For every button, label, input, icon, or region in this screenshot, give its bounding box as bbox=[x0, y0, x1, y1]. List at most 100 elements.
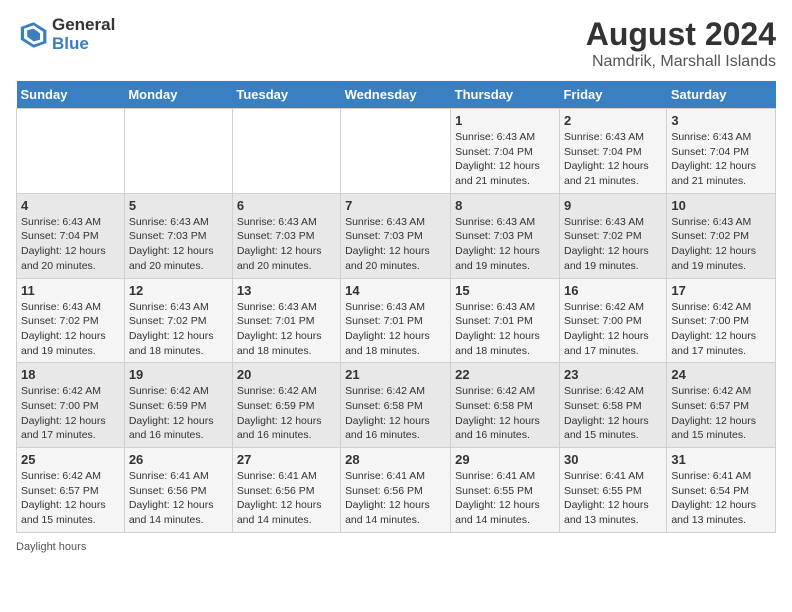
calendar-cell: 6Sunrise: 6:43 AM Sunset: 7:03 PM Daylig… bbox=[232, 193, 340, 278]
day-number: 1 bbox=[455, 113, 555, 128]
day-number: 25 bbox=[21, 452, 120, 467]
day-info: Sunrise: 6:42 AM Sunset: 6:59 PM Dayligh… bbox=[237, 384, 336, 443]
calendar-week-row: 25 Sunrise: 6:42 AM Sunset: 6:57 PM Dayli… bbox=[17, 448, 776, 533]
day-number: 16 bbox=[564, 283, 662, 298]
calendar-cell: 3Sunrise: 6:43 AM Sunset: 7:04 PM Daylig… bbox=[667, 109, 776, 194]
day-number: 4 bbox=[21, 198, 120, 213]
calendar-week-row: 11 Sunrise: 6:43 AM Sunset: 7:02 PM Dayli… bbox=[17, 278, 776, 363]
main-title: August 2024 bbox=[586, 16, 776, 53]
weekday-header-row: SundayMondayTuesdayWednesdayThursdayFrid… bbox=[17, 81, 776, 109]
weekday-header-cell: Saturday bbox=[667, 81, 776, 109]
subtitle: Namdrik, Marshall Islands bbox=[586, 53, 776, 71]
day-number: 18 bbox=[21, 367, 120, 382]
day-info: Sunrise: 6:43 AM Sunset: 7:03 PM Dayligh… bbox=[345, 215, 446, 274]
day-number: 10 bbox=[671, 198, 771, 213]
page-header: General Blue August 2024 Namdrik, Marsha… bbox=[16, 16, 776, 71]
weekday-header-cell: Thursday bbox=[451, 81, 560, 109]
day-info: Sunrise: 6:43 AM Sunset: 7:02 PM Dayligh… bbox=[129, 300, 228, 359]
logo-text: General Blue bbox=[52, 16, 115, 53]
day-info: Sunrise: 6:42 AM Sunset: 7:00 PM Dayligh… bbox=[21, 384, 120, 443]
calendar-cell: 2Sunrise: 6:43 AM Sunset: 7:04 PM Daylig… bbox=[559, 109, 666, 194]
day-info: Sunrise: 6:43 AM Sunset: 7:01 PM Dayligh… bbox=[237, 300, 336, 359]
day-info: Sunrise: 6:42 AM Sunset: 7:00 PM Dayligh… bbox=[564, 300, 662, 359]
day-number: 31 bbox=[671, 452, 771, 467]
day-info: Sunrise: 6:41 AM Sunset: 6:56 PM Dayligh… bbox=[129, 469, 228, 528]
calendar-cell: 4 Sunrise: 6:43 AM Sunset: 7:04 PM Daylig… bbox=[17, 193, 125, 278]
day-info: Sunrise: 6:43 AM Sunset: 7:03 PM Dayligh… bbox=[129, 215, 228, 274]
day-info: Sunrise: 6:43 AM Sunset: 7:03 PM Dayligh… bbox=[455, 215, 555, 274]
day-info: Sunrise: 6:42 AM Sunset: 6:58 PM Dayligh… bbox=[564, 384, 662, 443]
calendar-cell bbox=[232, 109, 340, 194]
calendar-cell: 13 Sunrise: 6:43 AM Sunset: 7:01 PM Dayli… bbox=[232, 278, 340, 363]
day-info: Sunrise: 6:43 AM Sunset: 7:01 PM Dayligh… bbox=[455, 300, 555, 359]
calendar-cell: 28Sunrise: 6:41 AM Sunset: 6:56 PM Dayli… bbox=[341, 448, 451, 533]
logo-icon bbox=[16, 19, 48, 51]
weekday-header-cell: Wednesday bbox=[341, 81, 451, 109]
calendar-cell: 8 Sunrise: 6:43 AM Sunset: 7:03 PM Daylig… bbox=[451, 193, 560, 278]
day-number: 8 bbox=[455, 198, 555, 213]
calendar-cell: 10 Sunrise: 6:43 AM Sunset: 7:02 PM Dayli… bbox=[667, 193, 776, 278]
footer: Daylight hours bbox=[16, 541, 776, 553]
day-info: Sunrise: 6:42 AM Sunset: 6:58 PM Dayligh… bbox=[345, 384, 446, 443]
calendar-cell: 25 Sunrise: 6:42 AM Sunset: 6:57 PM Dayli… bbox=[17, 448, 125, 533]
calendar-cell bbox=[124, 109, 232, 194]
day-number: 7 bbox=[345, 198, 446, 213]
day-number: 27 bbox=[237, 452, 336, 467]
calendar-cell: 5Sunrise: 6:43 AM Sunset: 7:03 PM Daylig… bbox=[124, 193, 232, 278]
day-number: 19 bbox=[129, 367, 228, 382]
calendar-cell: 15 Sunrise: 6:43 AM Sunset: 7:01 PM Dayli… bbox=[451, 278, 560, 363]
day-info: Sunrise: 6:41 AM Sunset: 6:54 PM Dayligh… bbox=[671, 469, 771, 528]
footer-text: Daylight hours bbox=[16, 541, 86, 553]
calendar-cell: 30 Sunrise: 6:41 AM Sunset: 6:55 PM Dayli… bbox=[559, 448, 666, 533]
day-number: 13 bbox=[237, 283, 336, 298]
day-number: 9 bbox=[564, 198, 662, 213]
day-info: Sunrise: 6:41 AM Sunset: 6:55 PM Dayligh… bbox=[455, 469, 555, 528]
calendar-cell: 22Sunrise: 6:42 AM Sunset: 6:58 PM Dayli… bbox=[451, 363, 560, 448]
calendar-cell: 12Sunrise: 6:43 AM Sunset: 7:02 PM Dayli… bbox=[124, 278, 232, 363]
calendar-week-row: 18 Sunrise: 6:42 AM Sunset: 7:00 PM Dayli… bbox=[17, 363, 776, 448]
calendar-cell: 11Sunrise: 6:43 AM Sunset: 7:02 PM Dayli… bbox=[17, 278, 125, 363]
calendar-cell: 16 Sunrise: 6:42 AM Sunset: 7:00 PM Dayli… bbox=[559, 278, 666, 363]
day-number: 26 bbox=[129, 452, 228, 467]
day-info: Sunrise: 6:42 AM Sunset: 6:57 PM Dayligh… bbox=[21, 469, 120, 528]
calendar-cell bbox=[341, 109, 451, 194]
calendar-cell: 26 Sunrise: 6:41 AM Sunset: 6:56 PM Dayli… bbox=[124, 448, 232, 533]
calendar-cell: 1 Sunrise: 6:43 AM Sunset: 7:04 PM Daylig… bbox=[451, 109, 560, 194]
calendar-table: SundayMondayTuesdayWednesdayThursdayFrid… bbox=[16, 81, 776, 533]
calendar-cell: 9 Sunrise: 6:43 AM Sunset: 7:02 PM Daylig… bbox=[559, 193, 666, 278]
day-number: 23 bbox=[564, 367, 662, 382]
day-info: Sunrise: 6:43 AM Sunset: 7:04 PM Dayligh… bbox=[564, 130, 662, 189]
calendar-cell: 23 Sunrise: 6:42 AM Sunset: 6:58 PM Dayli… bbox=[559, 363, 666, 448]
weekday-header-cell: Monday bbox=[124, 81, 232, 109]
calendar-cell: 7 Sunrise: 6:43 AM Sunset: 7:03 PM Daylig… bbox=[341, 193, 451, 278]
day-number: 30 bbox=[564, 452, 662, 467]
calendar-cell: 29 Sunrise: 6:41 AM Sunset: 6:55 PM Dayli… bbox=[451, 448, 560, 533]
day-info: Sunrise: 6:43 AM Sunset: 7:03 PM Dayligh… bbox=[237, 215, 336, 274]
calendar-cell: 21 Sunrise: 6:42 AM Sunset: 6:58 PM Dayli… bbox=[341, 363, 451, 448]
day-number: 20 bbox=[237, 367, 336, 382]
calendar-cell: 24Sunrise: 6:42 AM Sunset: 6:57 PM Dayli… bbox=[667, 363, 776, 448]
title-block: August 2024 Namdrik, Marshall Islands bbox=[586, 16, 776, 71]
calendar-cell: 14 Sunrise: 6:43 AM Sunset: 7:01 PM Dayli… bbox=[341, 278, 451, 363]
day-number: 21 bbox=[345, 367, 446, 382]
day-info: Sunrise: 6:43 AM Sunset: 7:02 PM Dayligh… bbox=[671, 215, 771, 274]
day-info: Sunrise: 6:41 AM Sunset: 6:56 PM Dayligh… bbox=[237, 469, 336, 528]
day-info: Sunrise: 6:43 AM Sunset: 7:04 PM Dayligh… bbox=[455, 130, 555, 189]
day-info: Sunrise: 6:41 AM Sunset: 6:55 PM Dayligh… bbox=[564, 469, 662, 528]
day-number: 14 bbox=[345, 283, 446, 298]
day-info: Sunrise: 6:41 AM Sunset: 6:56 PM Dayligh… bbox=[345, 469, 446, 528]
day-info: Sunrise: 6:42 AM Sunset: 6:59 PM Dayligh… bbox=[129, 384, 228, 443]
day-number: 11 bbox=[21, 283, 120, 298]
day-number: 15 bbox=[455, 283, 555, 298]
day-info: Sunrise: 6:43 AM Sunset: 7:04 PM Dayligh… bbox=[21, 215, 120, 274]
calendar-cell bbox=[17, 109, 125, 194]
calendar-cell: 20 Sunrise: 6:42 AM Sunset: 6:59 PM Dayli… bbox=[232, 363, 340, 448]
day-info: Sunrise: 6:43 AM Sunset: 7:02 PM Dayligh… bbox=[564, 215, 662, 274]
day-info: Sunrise: 6:42 AM Sunset: 6:58 PM Dayligh… bbox=[455, 384, 555, 443]
day-info: Sunrise: 6:42 AM Sunset: 6:57 PM Dayligh… bbox=[671, 384, 771, 443]
logo: General Blue bbox=[16, 16, 115, 53]
day-info: Sunrise: 6:43 AM Sunset: 7:01 PM Dayligh… bbox=[345, 300, 446, 359]
calendar-week-row: 4 Sunrise: 6:43 AM Sunset: 7:04 PM Daylig… bbox=[17, 193, 776, 278]
day-number: 29 bbox=[455, 452, 555, 467]
calendar-cell: 18 Sunrise: 6:42 AM Sunset: 7:00 PM Dayli… bbox=[17, 363, 125, 448]
